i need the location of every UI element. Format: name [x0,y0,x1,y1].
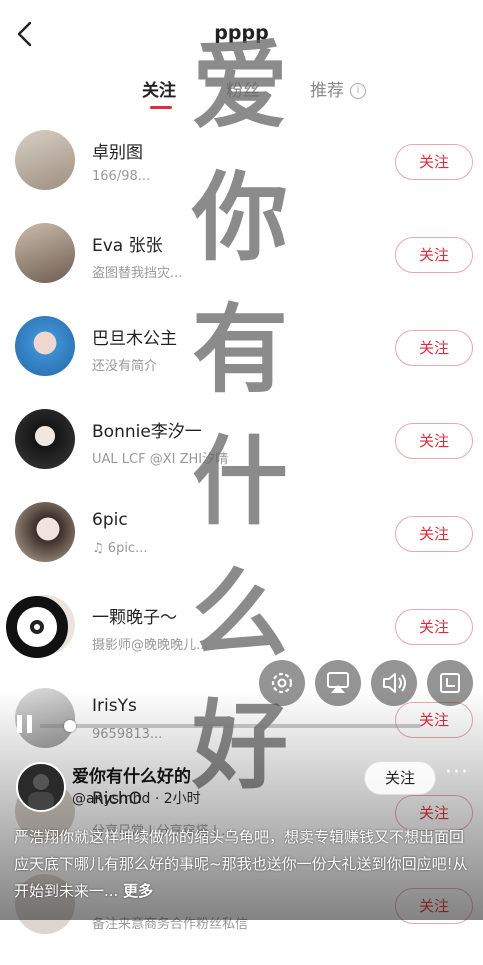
airplay-icon [327,672,349,693]
list-item[interactable]: Eva 张张 盗图替我挡灾... 关注 [0,221,483,314]
user-bio: ♫ 6pic... [92,541,147,556]
user-name: IrisYs [92,696,137,716]
user-bio: 9659813... [92,727,163,742]
tab-following[interactable]: 关注 [142,76,176,101]
follow-button[interactable]: 关注 [395,144,473,180]
tab-recommended-label: 推荐 [310,81,344,101]
page-title: pppp [214,22,269,44]
list-item[interactable]: Bonnie李汐一 UAL LCF @XI ZHI汐晴 关注 [0,407,483,500]
info-icon[interactable]: i [350,83,366,99]
user-bio: UAL LCF @XI ZHI汐晴 [92,452,229,467]
follow-button[interactable]: 关注 [395,330,473,366]
user-bio-text: 6pic... [107,541,148,556]
user-name: 一颗晚子～ [92,608,177,628]
caption-more-link[interactable]: 更多 [123,882,153,900]
video-caption: 严浩翔你就这样坤续做你的缩头乌龟吧，想卖专辑赚钱又不想出面回应天底下哪儿有那么好… [14,824,470,905]
tab-underline [150,106,172,109]
follow-button[interactable]: 关注 [395,609,473,645]
follow-button[interactable]: 关注 [395,237,473,273]
user-name: 6pic [92,510,128,530]
list-item[interactable]: 巴旦木公主 还没有简介 关注 [0,314,483,407]
avatar[interactable] [15,223,75,283]
pip-button[interactable] [427,660,473,706]
follow-button[interactable]: 关注 [395,702,473,738]
top-bar: pppp [0,0,483,70]
volume-button[interactable] [371,660,417,706]
settings-icon [271,672,293,694]
pip-icon [440,673,460,693]
avatar[interactable] [15,316,75,376]
tab-recommended[interactable]: 推荐 i [310,76,366,101]
creator-avatar-image [28,774,54,810]
airplay-button[interactable] [315,660,361,706]
creator-avatar[interactable] [16,762,66,812]
follow-button[interactable]: 关注 [395,516,473,552]
avatar[interactable] [15,130,75,190]
loading-ring-icon [6,596,68,658]
more-options-icon[interactable]: ··· [442,762,472,786]
user-name: 巴旦木公主 [92,329,177,349]
user-bio: 还没有简介 [92,359,158,374]
avatar[interactable] [15,409,75,469]
seek-handle[interactable] [64,720,76,732]
settings-button[interactable] [259,660,305,706]
tab-fans[interactable]: 粉丝 [226,76,260,101]
follow-creator-button[interactable]: 关注 [364,761,436,795]
creator-name[interactable]: 爱你有什么好的 [72,762,191,787]
seek-bar[interactable] [40,724,420,728]
user-name: Eva 张张 [92,236,163,256]
ring-center [30,620,44,634]
list-item[interactable]: 6pic ♫ 6pic... 关注 [0,500,483,593]
avatar[interactable] [15,502,75,562]
video-info-overlay: 爱你有什么好的 @anysmhd · 2小时 关注 ··· 严浩翔你就这样坤续做… [0,756,483,920]
user-bio: 盗图替我挡灾... [92,266,183,281]
user-name: Bonnie李汐一 [92,422,202,442]
volume-icon [383,673,406,693]
tab-bar: 关注 粉丝 推荐 i [0,76,483,112]
music-note-icon: ♫ [92,541,108,556]
pause-icon[interactable] [14,712,36,736]
creator-handle: @anysmhd · 2小时 [72,791,201,807]
caption-text: 严浩翔你就这样坤续做你的缩头乌龟吧，想卖专辑赚钱又不想出面回应天底下哪儿有那么好… [14,828,468,900]
list-item[interactable]: 卓别图 166/98... 关注 [0,128,483,221]
user-name: 卓别图 [92,143,143,163]
user-bio: 166/98... [92,169,151,184]
user-bio: 摄影师@晚晚晚儿... [92,638,209,653]
follow-button[interactable]: 关注 [395,423,473,459]
